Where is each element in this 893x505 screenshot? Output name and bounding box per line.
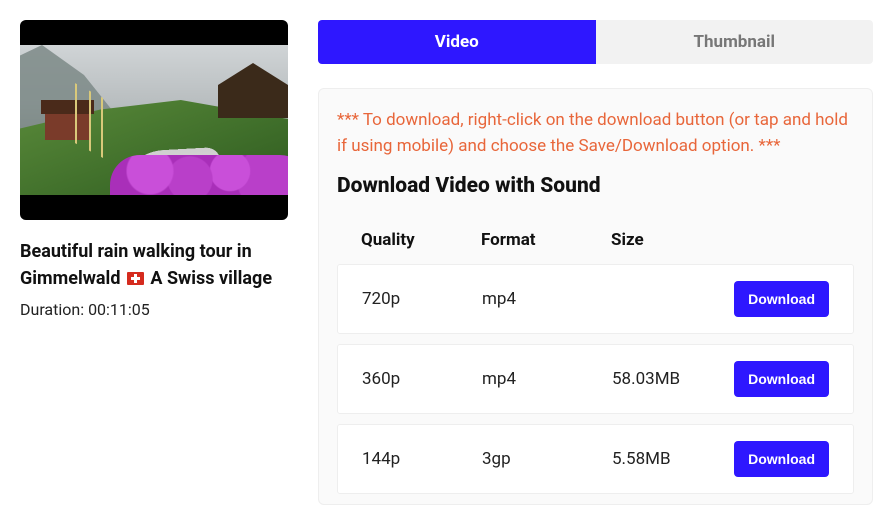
table-header: Quality Format Size bbox=[337, 216, 854, 264]
header-quality: Quality bbox=[361, 230, 481, 250]
cell-format: mp4 bbox=[482, 369, 612, 389]
video-title-text-2: A Swiss village bbox=[146, 268, 272, 289]
download-notice: *** To download, right-click on the down… bbox=[337, 107, 854, 160]
table-row: 720p mp4 Download bbox=[337, 264, 854, 334]
section-title: Download Video with Sound bbox=[337, 174, 854, 198]
tabs: Video Thumbnail bbox=[318, 20, 873, 64]
cell-quality: 360p bbox=[362, 369, 482, 389]
cell-format: mp4 bbox=[482, 289, 612, 309]
cell-quality: 144p bbox=[362, 449, 482, 469]
cell-format: 3gp bbox=[482, 449, 612, 469]
table-row: 144p 3gp 5.58MB Download bbox=[337, 424, 854, 494]
table-row: 360p mp4 58.03MB Download bbox=[337, 344, 854, 414]
header-size: Size bbox=[611, 230, 720, 250]
cell-size: 58.03MB bbox=[612, 369, 719, 389]
video-title: Beautiful rain walking tour in Gimmelwal… bbox=[20, 238, 288, 292]
tab-thumbnail[interactable]: Thumbnail bbox=[596, 20, 874, 64]
download-button[interactable]: Download bbox=[734, 281, 829, 317]
download-button[interactable]: Download bbox=[734, 441, 829, 477]
download-table: Quality Format Size 720p mp4 Download 36… bbox=[337, 216, 854, 494]
download-button[interactable]: Download bbox=[734, 361, 829, 397]
swiss-flag-icon bbox=[127, 272, 144, 285]
video-duration: Duration: 00:11:05 bbox=[20, 300, 288, 319]
header-format: Format bbox=[481, 230, 611, 250]
cell-quality: 720p bbox=[362, 289, 482, 309]
cell-size: 5.58MB bbox=[612, 449, 719, 469]
tab-video[interactable]: Video bbox=[318, 20, 596, 64]
video-thumbnail[interactable] bbox=[20, 20, 288, 220]
download-panel: *** To download, right-click on the down… bbox=[318, 88, 873, 505]
